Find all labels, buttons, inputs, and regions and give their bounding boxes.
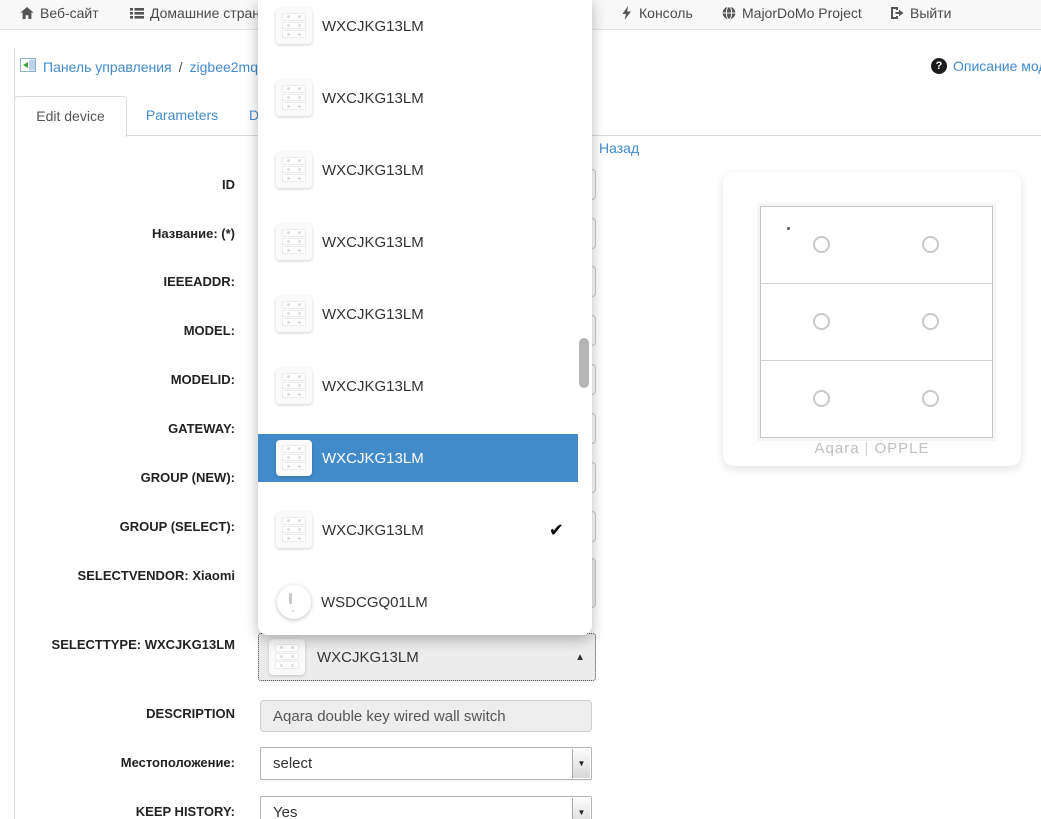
switch-key-row bbox=[761, 284, 992, 361]
label-gateway: GATEWAY: bbox=[168, 421, 235, 436]
label-selectvendor: SELECTVENDOR: Xiaomi bbox=[77, 568, 235, 583]
key-button-circle bbox=[813, 390, 830, 407]
nav-website[interactable]: Веб-сайт bbox=[20, 5, 99, 21]
dropdown-option-label: WXCJKG13LM bbox=[322, 305, 424, 323]
label-selecttype: SELECTTYPE: WXCJKG13LM bbox=[51, 637, 235, 652]
nav-home-pages-label: Домашние стран bbox=[150, 5, 261, 21]
dropdown-option-highlighted[interactable]: WXCJKG13LM bbox=[258, 434, 578, 482]
key-button-circle bbox=[813, 236, 830, 253]
location-select-value: select bbox=[273, 755, 313, 772]
dropdown-option-label: WXCJKG13LM bbox=[322, 377, 424, 395]
globe-icon bbox=[722, 6, 736, 20]
key-button-circle bbox=[922, 236, 939, 253]
dropdown-scrollbar-thumb[interactable] bbox=[579, 338, 589, 388]
label-location: Местоположение: bbox=[120, 755, 235, 770]
dropdown-option[interactable]: WSDCGQ01LM bbox=[258, 578, 578, 626]
label-description: DESCRIPTION bbox=[146, 706, 235, 721]
switch-device-icon bbox=[276, 296, 312, 332]
dropdown-option-label: WXCJKG13LM bbox=[322, 17, 424, 35]
breadcrumb-page-link[interactable]: zigbee2mqtt bbox=[190, 59, 266, 75]
selecttype-value: WXCJKG13LM bbox=[317, 648, 419, 666]
nav-console-label: Консоль bbox=[639, 5, 693, 21]
breadcrumb-control-panel-link[interactable]: Панель управления bbox=[43, 59, 172, 75]
description-field[interactable] bbox=[260, 700, 592, 732]
dropdown-arrow-icon: ▼ bbox=[572, 798, 590, 819]
panel-window-icon bbox=[20, 58, 36, 76]
dropdown-option-label: WSDCGQ01LM bbox=[321, 593, 428, 611]
dropdown-option[interactable]: WXCJKG13LM bbox=[258, 146, 578, 194]
back-link[interactable]: Назад bbox=[599, 140, 639, 156]
dropdown-option[interactable]: WXCJKG13LM bbox=[258, 2, 578, 50]
check-icon: ✔ bbox=[548, 519, 564, 540]
switch-device-icon bbox=[269, 639, 305, 675]
logout-icon bbox=[890, 6, 904, 20]
label-modelid: MODELID: bbox=[170, 372, 235, 387]
switch-device-icon bbox=[276, 80, 312, 116]
collapse-arrow-icon: ▲ bbox=[575, 651, 585, 663]
brand-label: Aqara | OPPLE bbox=[723, 440, 1021, 457]
brand-aqara: Aqara bbox=[814, 440, 860, 457]
dropdown-option[interactable]: WXCJKG13LM bbox=[258, 74, 578, 122]
dropdown-option-label: WXCJKG13LM bbox=[322, 161, 424, 179]
home-icon bbox=[20, 6, 34, 20]
model-description-link-wrap: ? Описание мод bbox=[931, 58, 1041, 74]
switch-device-icon bbox=[276, 368, 312, 404]
switch-device-icon bbox=[276, 8, 312, 44]
switch-key-row bbox=[761, 207, 992, 284]
keep-history-select-value: Yes bbox=[273, 804, 298, 819]
list-icon bbox=[130, 6, 144, 20]
model-description-link[interactable]: Описание мод bbox=[953, 58, 1041, 74]
selecttype-button[interactable]: WXCJKG13LM ▲ bbox=[258, 633, 596, 681]
dropdown-arrow-icon: ▼ bbox=[572, 749, 590, 778]
dropdown-option-label: WXCJKG13LM bbox=[322, 89, 424, 107]
nav-logout[interactable]: Выйти bbox=[890, 5, 951, 21]
nav-majordomo-label: MajorDoMo Project bbox=[742, 5, 862, 21]
nav-console[interactable]: Консоль bbox=[620, 5, 693, 21]
led-dot bbox=[787, 227, 790, 230]
location-select[interactable]: select ▼ bbox=[260, 747, 592, 780]
dropdown-option-label: WXCJKG13LM bbox=[322, 233, 424, 251]
bolt-icon bbox=[620, 6, 633, 20]
question-icon: ? bbox=[931, 58, 947, 74]
device-edit-page: Веб-сайт Домашние стран Консоль MajorDoM… bbox=[0, 0, 1041, 819]
tab-parameters[interactable]: Parameters bbox=[137, 96, 227, 135]
switch-device-icon bbox=[276, 512, 312, 548]
label-model: MODEL: bbox=[183, 323, 235, 338]
dropdown-option-label: WXCJKG13LM bbox=[322, 521, 424, 539]
brand-opple: OPPLE bbox=[874, 440, 930, 457]
dropdown-option-label: WXCJKG13LM bbox=[322, 449, 424, 467]
nav-home-pages[interactable]: Домашние стран bbox=[130, 5, 260, 21]
dropdown-option[interactable]: WXCJKG13LM bbox=[258, 362, 578, 410]
device-photo-aqara-opple-switch: Aqara | OPPLE bbox=[723, 172, 1021, 466]
nav-logout-label: Выйти bbox=[910, 5, 952, 21]
switch-device-icon bbox=[276, 224, 312, 260]
switch-key-row bbox=[761, 361, 992, 437]
nav-majordomo-project[interactable]: MajorDoMo Project bbox=[722, 5, 862, 21]
dropdown-option[interactable]: WXCJKG13LM bbox=[258, 290, 578, 338]
label-ieeeaddr: IEEEADDR: bbox=[163, 274, 235, 289]
dropdown-option[interactable]: WXCJKG13LM bbox=[258, 218, 578, 266]
brand-divider: | bbox=[864, 440, 870, 457]
switch-device-icon bbox=[276, 152, 312, 188]
label-keep-history: KEEP HISTORY: bbox=[135, 804, 235, 819]
switch-face bbox=[760, 206, 993, 438]
label-id: ID bbox=[222, 177, 235, 192]
label-group-select: GROUP (SELECT): bbox=[119, 519, 235, 534]
breadcrumb: Панель управления / zigbee2mqtt bbox=[20, 58, 266, 76]
switch-device-icon bbox=[276, 440, 312, 476]
breadcrumb-separator: / bbox=[178, 59, 183, 75]
nav-website-label: Веб-сайт bbox=[40, 5, 99, 21]
keep-history-select[interactable]: Yes ▼ bbox=[260, 796, 592, 819]
key-button-circle bbox=[813, 313, 830, 330]
label-group-new: GROUP (NEW): bbox=[140, 470, 235, 485]
selecttype-dropdown-list: WXCJKG13LM WXCJKG13LM WXCJKG13LM WXCJKG1… bbox=[258, 0, 592, 635]
key-button-circle bbox=[922, 390, 939, 407]
label-name: Название: (*) bbox=[151, 226, 235, 241]
dropdown-option-selected[interactable]: WXCJKG13LM ✔ bbox=[258, 506, 578, 554]
sensor-device-icon bbox=[277, 585, 311, 619]
tab-edit-device[interactable]: Edit device bbox=[14, 96, 127, 137]
key-button-circle bbox=[922, 313, 939, 330]
